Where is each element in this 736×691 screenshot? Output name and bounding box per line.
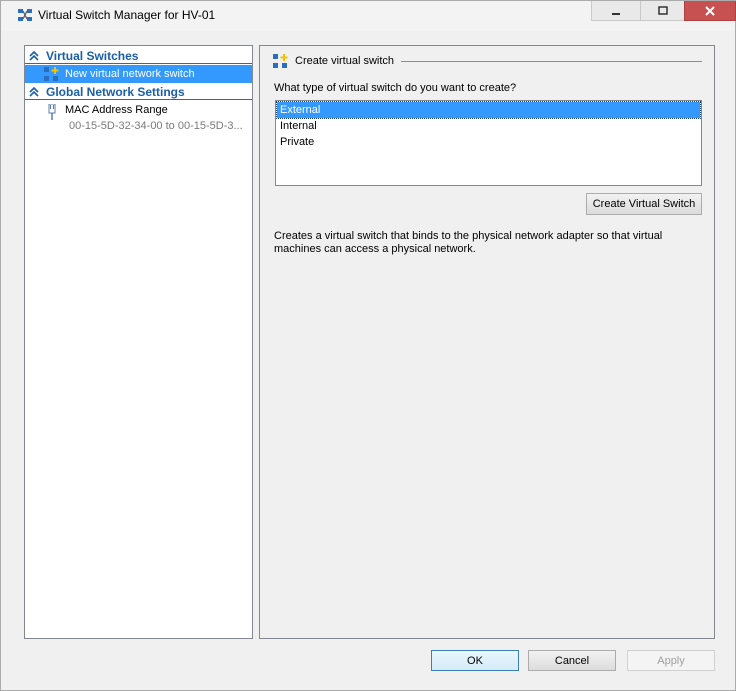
minimize-icon bbox=[612, 12, 620, 15]
list-option-internal[interactable]: Internal bbox=[277, 118, 700, 134]
minimize-button[interactable] bbox=[591, 1, 641, 21]
title-bar[interactable]: Virtual Switch Manager for HV-01 bbox=[1, 1, 736, 31]
apply-button[interactable]: Apply bbox=[627, 650, 715, 671]
window-title: Virtual Switch Manager for HV-01 bbox=[38, 8, 216, 22]
section-global-network-settings[interactable]: Global Network Settings bbox=[25, 84, 252, 100]
maximize-icon bbox=[657, 5, 668, 15]
create-virtual-switch-button[interactable]: Create Virtual Switch bbox=[586, 193, 702, 215]
section-label: Global Network Settings bbox=[46, 85, 185, 99]
list-option-private[interactable]: Private bbox=[277, 134, 700, 150]
sidebar-item-new-virtual-network-switch[interactable]: New virtual network switch bbox=[25, 65, 252, 83]
network-adapter-icon bbox=[48, 104, 56, 120]
switch-type-question: What type of virtual switch do you want … bbox=[274, 82, 517, 94]
sidebar-item-label: New virtual network switch bbox=[65, 68, 195, 80]
section-label: Virtual Switches bbox=[46, 49, 139, 63]
virtual-switch-manager-icon bbox=[18, 9, 32, 21]
group-title: Create virtual switch bbox=[295, 55, 395, 67]
maximize-button[interactable] bbox=[640, 1, 685, 21]
virtual-switch-manager-window: Virtual Switch Manager for HV-01 Virtual… bbox=[0, 0, 736, 691]
list-option-external[interactable]: External bbox=[276, 101, 701, 119]
navigation-pane: Virtual Switches New virtual network swi… bbox=[24, 45, 253, 639]
mac-address-range-value: 00-15-5D-32-34-00 to 00-15-5D-3... bbox=[69, 120, 243, 132]
close-button[interactable] bbox=[684, 1, 736, 21]
section-virtual-switches[interactable]: Virtual Switches bbox=[25, 48, 252, 64]
add-switch-icon bbox=[44, 67, 59, 81]
sidebar-item-label: MAC Address Range bbox=[65, 104, 168, 116]
switch-type-listbox[interactable]: External Internal Private bbox=[275, 100, 702, 186]
details-pane: Create virtual switch What type of virtu… bbox=[259, 45, 715, 639]
collapse-chevron-icon bbox=[29, 86, 39, 97]
close-icon bbox=[705, 5, 715, 16]
add-switch-icon bbox=[273, 54, 288, 68]
ok-button[interactable]: OK bbox=[431, 650, 519, 671]
group-divider bbox=[401, 61, 702, 62]
collapse-chevron-icon bbox=[29, 50, 39, 61]
switch-type-description: Creates a virtual switch that binds to t… bbox=[274, 230, 663, 255]
cancel-button[interactable]: Cancel bbox=[528, 650, 616, 671]
